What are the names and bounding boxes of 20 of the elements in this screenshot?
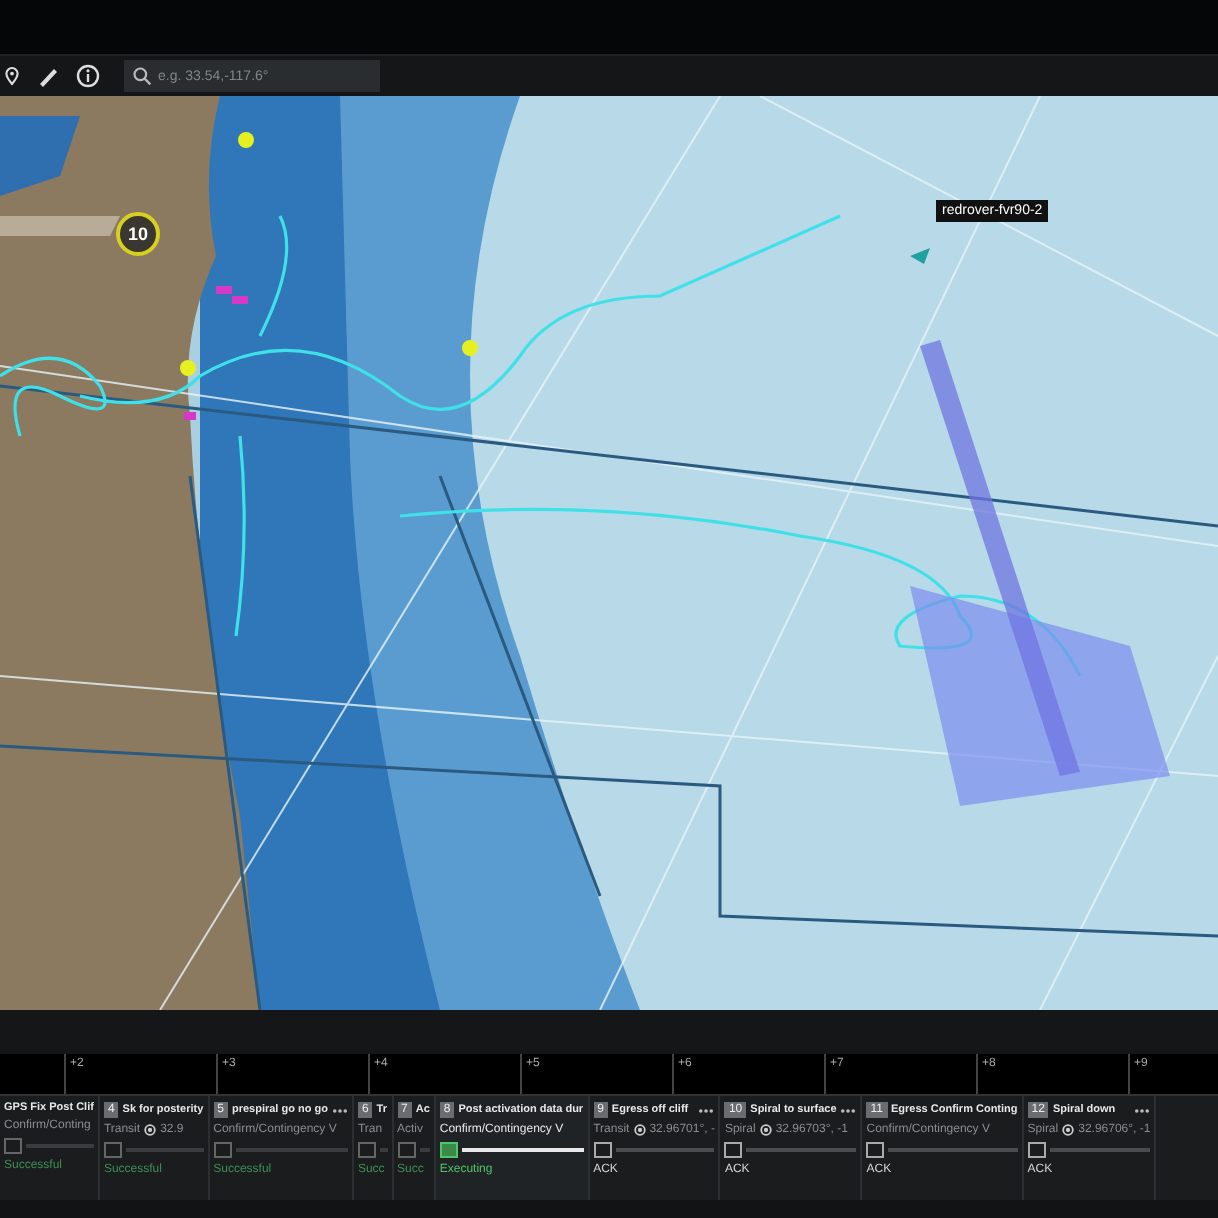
- progress-line: [1049, 1148, 1151, 1152]
- more-icon[interactable]: [1134, 1107, 1151, 1113]
- search-icon: [132, 66, 152, 86]
- target-icon: [633, 1124, 646, 1136]
- progress-line: [746, 1148, 857, 1152]
- target-icon: [759, 1124, 772, 1136]
- info-icon[interactable]: [76, 64, 100, 88]
- progress-line: [26, 1144, 94, 1148]
- target-icon: [1062, 1124, 1075, 1136]
- more-icon[interactable]: [331, 1107, 348, 1113]
- progress-line: [461, 1148, 584, 1152]
- ruler-icon[interactable]: [36, 64, 60, 88]
- progress-line: [615, 1148, 715, 1152]
- more-icon[interactable]: [698, 1107, 715, 1113]
- target-icon: [144, 1124, 157, 1136]
- more-icon[interactable]: [840, 1107, 857, 1113]
- progress-line: [888, 1148, 1018, 1152]
- pin-icon[interactable]: [4, 64, 20, 88]
- progress-line: [235, 1148, 348, 1152]
- progress-line: [125, 1148, 204, 1152]
